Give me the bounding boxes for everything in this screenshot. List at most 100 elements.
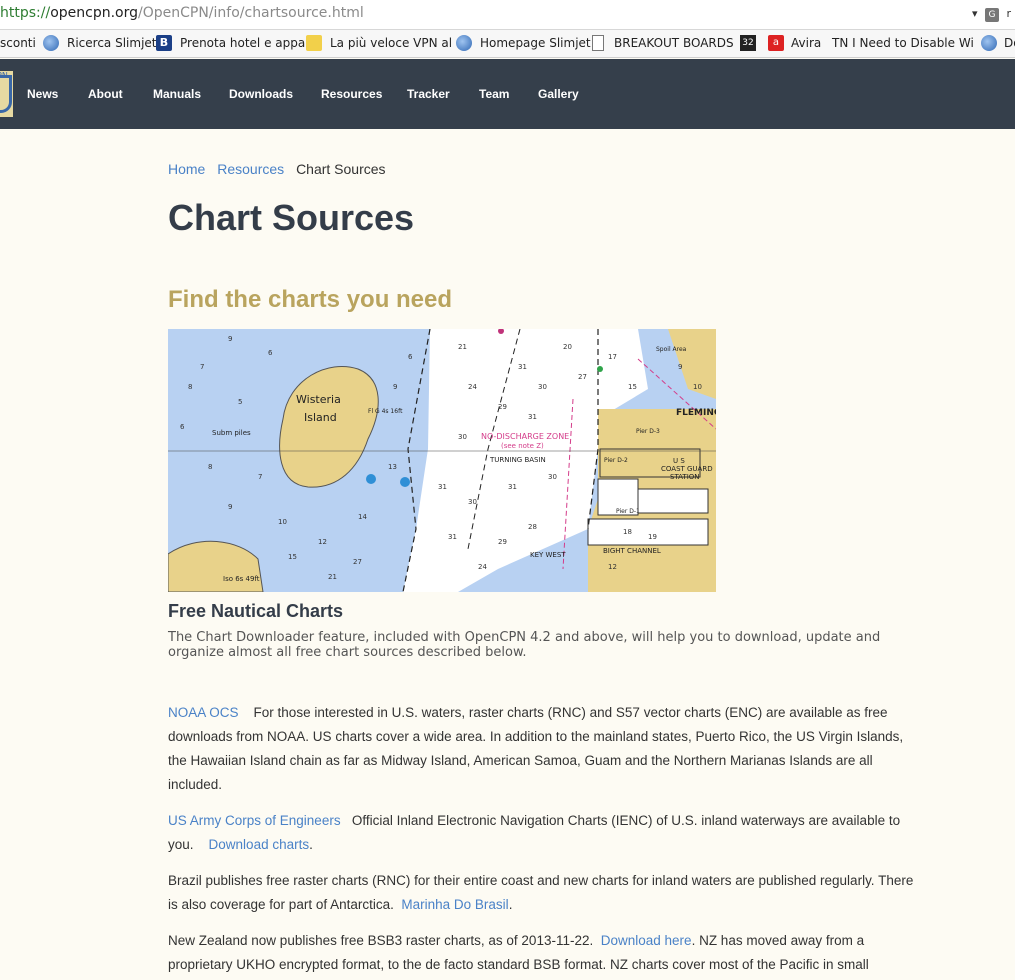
svg-text:9: 9 [678,363,682,371]
chart-label: NO-DISCHARGE ZONE [481,432,569,441]
free-charts-lead: The Chart Downloader feature, included w… [168,630,881,660]
chart-label: Wisteria [296,393,341,406]
chart-label: Pier D-1 [616,508,640,515]
svg-text:14: 14 [358,513,367,521]
brazil-paragraph: Brazil publishes free raster charts (RNC… [168,869,918,917]
avira-icon: a [768,35,784,51]
url-dropdown-icon[interactable]: ▾ [972,7,978,20]
svg-text:31: 31 [508,483,517,491]
breadcrumb-resources[interactable]: Resources [217,161,284,177]
breadcrumb-home[interactable]: Home [168,161,205,177]
breadcrumb: Home Resources Chart Sources [168,161,386,177]
svg-text:6: 6 [180,423,185,431]
svg-text:12: 12 [318,538,327,546]
bookmark-disable-wi[interactable]: TN I Need to Disable Wi [832,36,974,50]
marinha-link[interactable]: Marinha Do Brasil [401,897,508,912]
chart-label: (see note Z) [501,442,544,450]
nz-text: New Zealand now publishes free BSB3 rast… [168,933,594,948]
svg-text:19: 19 [648,533,657,541]
bookmark-avira[interactable]: Avira [791,36,821,50]
chart-label: Pier D-2 [604,457,628,464]
bookmarks-bar: sconti Ricerca Slimjet B Prenota hotel e… [0,30,1015,58]
chart-label: U S [673,457,685,465]
chart-label: STATION [670,473,700,481]
page-title: Chart Sources [168,197,415,238]
svg-text:30: 30 [458,433,467,441]
svg-text:24: 24 [468,383,477,391]
opencpn-logo[interactable]: PN [0,71,13,117]
svg-text:7: 7 [200,363,204,371]
address-bar[interactable]: https://opencpn.org/OpenCPN/info/chartso… [0,0,1015,30]
chart-label: KEY WEST [530,551,566,559]
brazil-text: Brazil publishes free raster charts (RNC… [168,873,914,912]
bookmark-prenota-hotel[interactable]: Prenota hotel e appa [180,36,305,50]
nav-manuals[interactable]: Manuals [153,87,201,101]
url-path: /OpenCPN/info/chartsource.html [138,5,364,21]
nav-news[interactable]: News [27,87,58,101]
noaa-paragraph: NOAA OCS For those interested in U.S. wa… [168,701,918,797]
nav-downloads[interactable]: Downloads [229,87,293,101]
chart-label: COAST GUARD [661,465,713,473]
svg-text:7: 7 [258,473,262,481]
globe-icon [981,35,997,51]
svg-text:18: 18 [623,528,632,536]
svg-text:20: 20 [563,343,572,351]
globe-icon [456,35,472,51]
svg-text:8: 8 [208,463,212,471]
nav-gallery[interactable]: Gallery [538,87,579,101]
svg-text:15: 15 [288,553,297,561]
star-icon [306,35,322,51]
svg-text:24: 24 [478,563,487,571]
breadcrumb-current: Chart Sources [296,161,386,177]
chart-label: Pier D-3 [636,428,660,435]
bookmark-do[interactable]: Do [1004,36,1015,50]
bookmark-homepage-slimjet[interactable]: Homepage Slimjet [480,36,591,50]
booking-icon: B [156,35,172,51]
bookmark-ricerca-slimjet[interactable]: Ricerca Slimjet [67,36,156,50]
bookmark-sconti[interactable]: sconti [0,36,36,50]
nav-about[interactable]: About [88,87,123,101]
svg-text:9: 9 [228,503,232,511]
svg-text:9: 9 [393,383,397,391]
svg-text:10: 10 [693,383,702,391]
svg-text:21: 21 [458,343,467,351]
chart-label: Island [304,411,337,424]
svg-text:9: 9 [228,335,232,343]
nav-tracker[interactable]: Tracker [407,87,450,101]
url-text[interactable]: https://opencpn.org/OpenCPN/info/chartso… [0,5,364,21]
chart-label: Spoil Area [656,346,687,353]
bookmark-breakout-boards[interactable]: BREAKOUT BOARDS [614,36,734,50]
svg-text:30: 30 [548,473,557,481]
chart-label: Fl G 4s 16ft [368,408,403,415]
svg-text:28: 28 [528,523,537,531]
site-navbar: PN News About Manuals Downloads Resource… [0,59,1015,129]
translate-icon[interactable]: G [984,8,999,22]
svg-text:8: 8 [188,383,192,391]
svg-text:31: 31 [448,533,457,541]
nz-paragraph: New Zealand now publishes free BSB3 rast… [168,929,918,977]
svg-text:12: 12 [608,563,617,571]
noaa-text: For those interested in U.S. waters, ras… [168,705,904,792]
svg-text:6: 6 [408,353,413,361]
bookmark-vpn[interactable]: La più veloce VPN al [330,36,452,50]
svg-text:30: 30 [468,498,477,506]
logo-mark-icon [0,75,12,113]
svg-text:30: 30 [538,383,547,391]
svg-text:31: 31 [528,413,537,421]
usace-paragraph: US Army Corps of Engineers Official Inla… [168,809,918,857]
svg-text:29: 29 [498,403,507,411]
noaa-link[interactable]: NOAA OCS [168,705,239,720]
chart-label: Iso 6s 49ft [223,575,260,583]
svg-text:6: 6 [268,349,273,357]
usace-link[interactable]: US Army Corps of Engineers [168,813,341,828]
nz-download-link[interactable]: Download here [601,933,692,948]
calendar-icon[interactable]: 32 [740,35,756,51]
url-host: opencpn.org [50,5,138,21]
nav-resources[interactable]: Resources [321,87,382,101]
usace-end: . [309,837,313,852]
nav-team[interactable]: Team [479,87,509,101]
usace-download-link[interactable]: Download charts [209,837,310,852]
svg-text:31: 31 [518,363,527,371]
overflow-icon[interactable]: r [1006,7,1011,20]
svg-text:27: 27 [353,558,362,566]
